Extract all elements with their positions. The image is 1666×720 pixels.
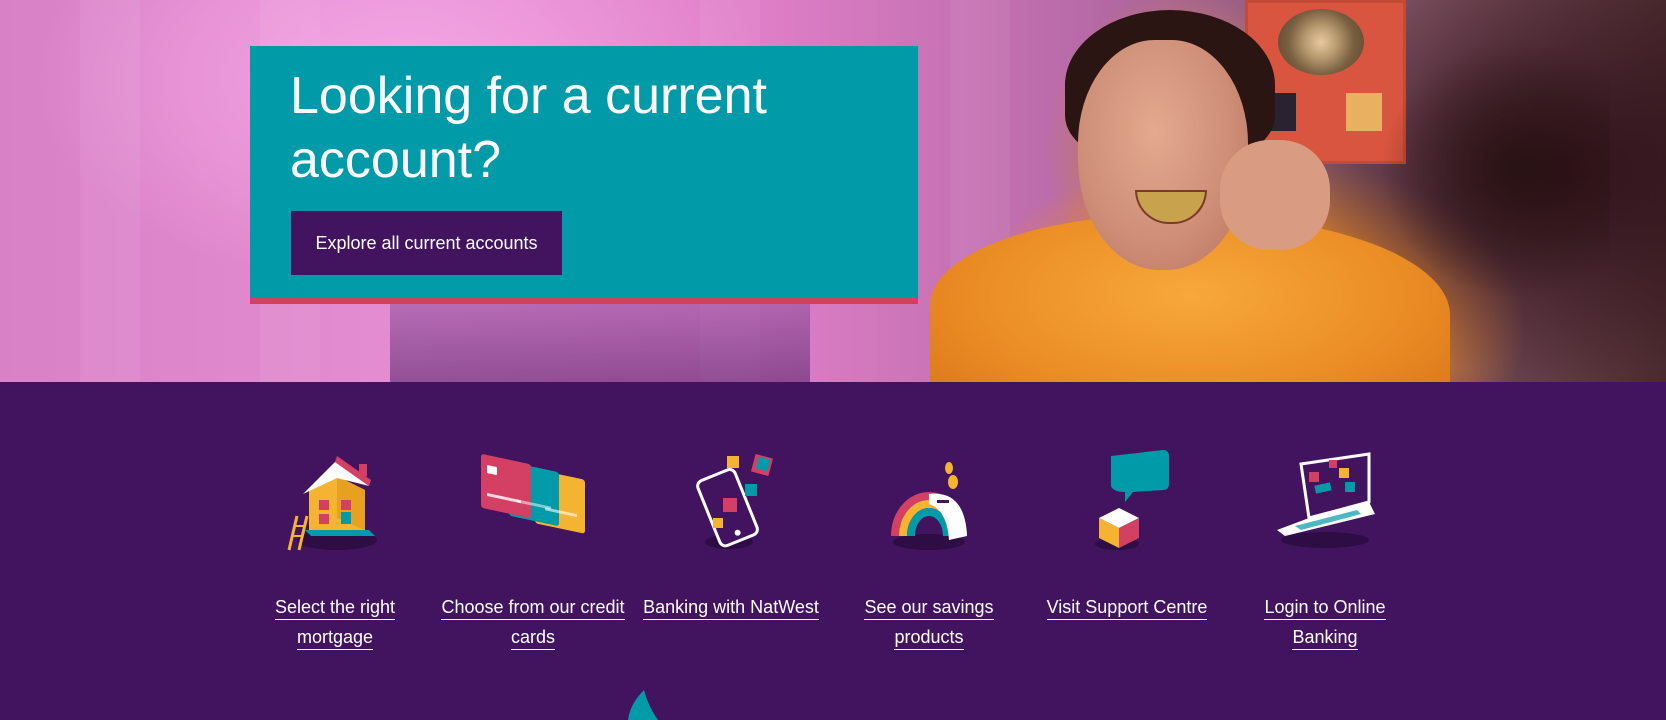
feature-banking-app-label: Banking with NatWest: [643, 597, 819, 620]
feature-mortgage-label: Select the right mortgage: [274, 597, 396, 650]
feature-savings[interactable]: See our savings products: [834, 382, 1024, 682]
record-label: [1346, 93, 1382, 131]
record-disc: [1278, 9, 1364, 75]
wall-stripe: [80, 0, 140, 382]
feature-banking-app[interactable]: Banking with NatWest: [636, 382, 826, 682]
house-icon: [287, 456, 377, 551]
plant-image: [1380, 40, 1610, 300]
feature-support-label: Visit Support Centre: [1046, 597, 1208, 620]
feature-support-link[interactable]: Visit Support Centre: [1032, 592, 1222, 622]
laptop-icon: [1277, 452, 1375, 548]
feature-savings-link[interactable]: See our savings products: [834, 592, 1024, 652]
rainbow-piggy-bank-icon: [891, 462, 967, 550]
credit-cards-icon: [481, 454, 585, 534]
explore-current-accounts-button[interactable]: Explore all current accounts: [291, 211, 562, 275]
feature-savings-label: See our savings products: [864, 597, 994, 650]
feature-mortgage[interactable]: Select the right mortgage: [240, 382, 430, 682]
hero-table: [390, 300, 810, 382]
hero-person-hand: [1220, 140, 1330, 250]
teal-decoration-shape: [628, 690, 658, 720]
feature-support[interactable]: Visit Support Centre: [1032, 382, 1222, 682]
feature-online-banking[interactable]: Login to Online Banking: [1230, 382, 1420, 682]
hero-banner: Looking for a current account? Explore a…: [0, 0, 1666, 382]
feature-online-banking-link[interactable]: Login to Online Banking: [1230, 592, 1420, 652]
feature-credit-cards[interactable]: Choose from our credit cards: [438, 382, 628, 682]
chat-bubble-icon: [1095, 450, 1169, 550]
feature-credit-cards-label: Choose from our credit cards: [441, 597, 625, 650]
feature-credit-cards-link[interactable]: Choose from our credit cards: [438, 592, 628, 652]
feature-mortgage-link[interactable]: Select the right mortgage: [240, 592, 430, 652]
mobile-phone-icon: [696, 453, 774, 549]
feature-banking-app-link[interactable]: Banking with NatWest: [636, 592, 826, 622]
promo-title: Looking for a current account?: [290, 67, 767, 189]
hero-person-face: [1078, 40, 1248, 270]
feature-links-section: Select the right mortgage Choose from ou…: [0, 382, 1666, 713]
promo-card: Looking for a current account? Explore a…: [250, 46, 918, 298]
feature-online-banking-label: Login to Online Banking: [1264, 597, 1386, 650]
